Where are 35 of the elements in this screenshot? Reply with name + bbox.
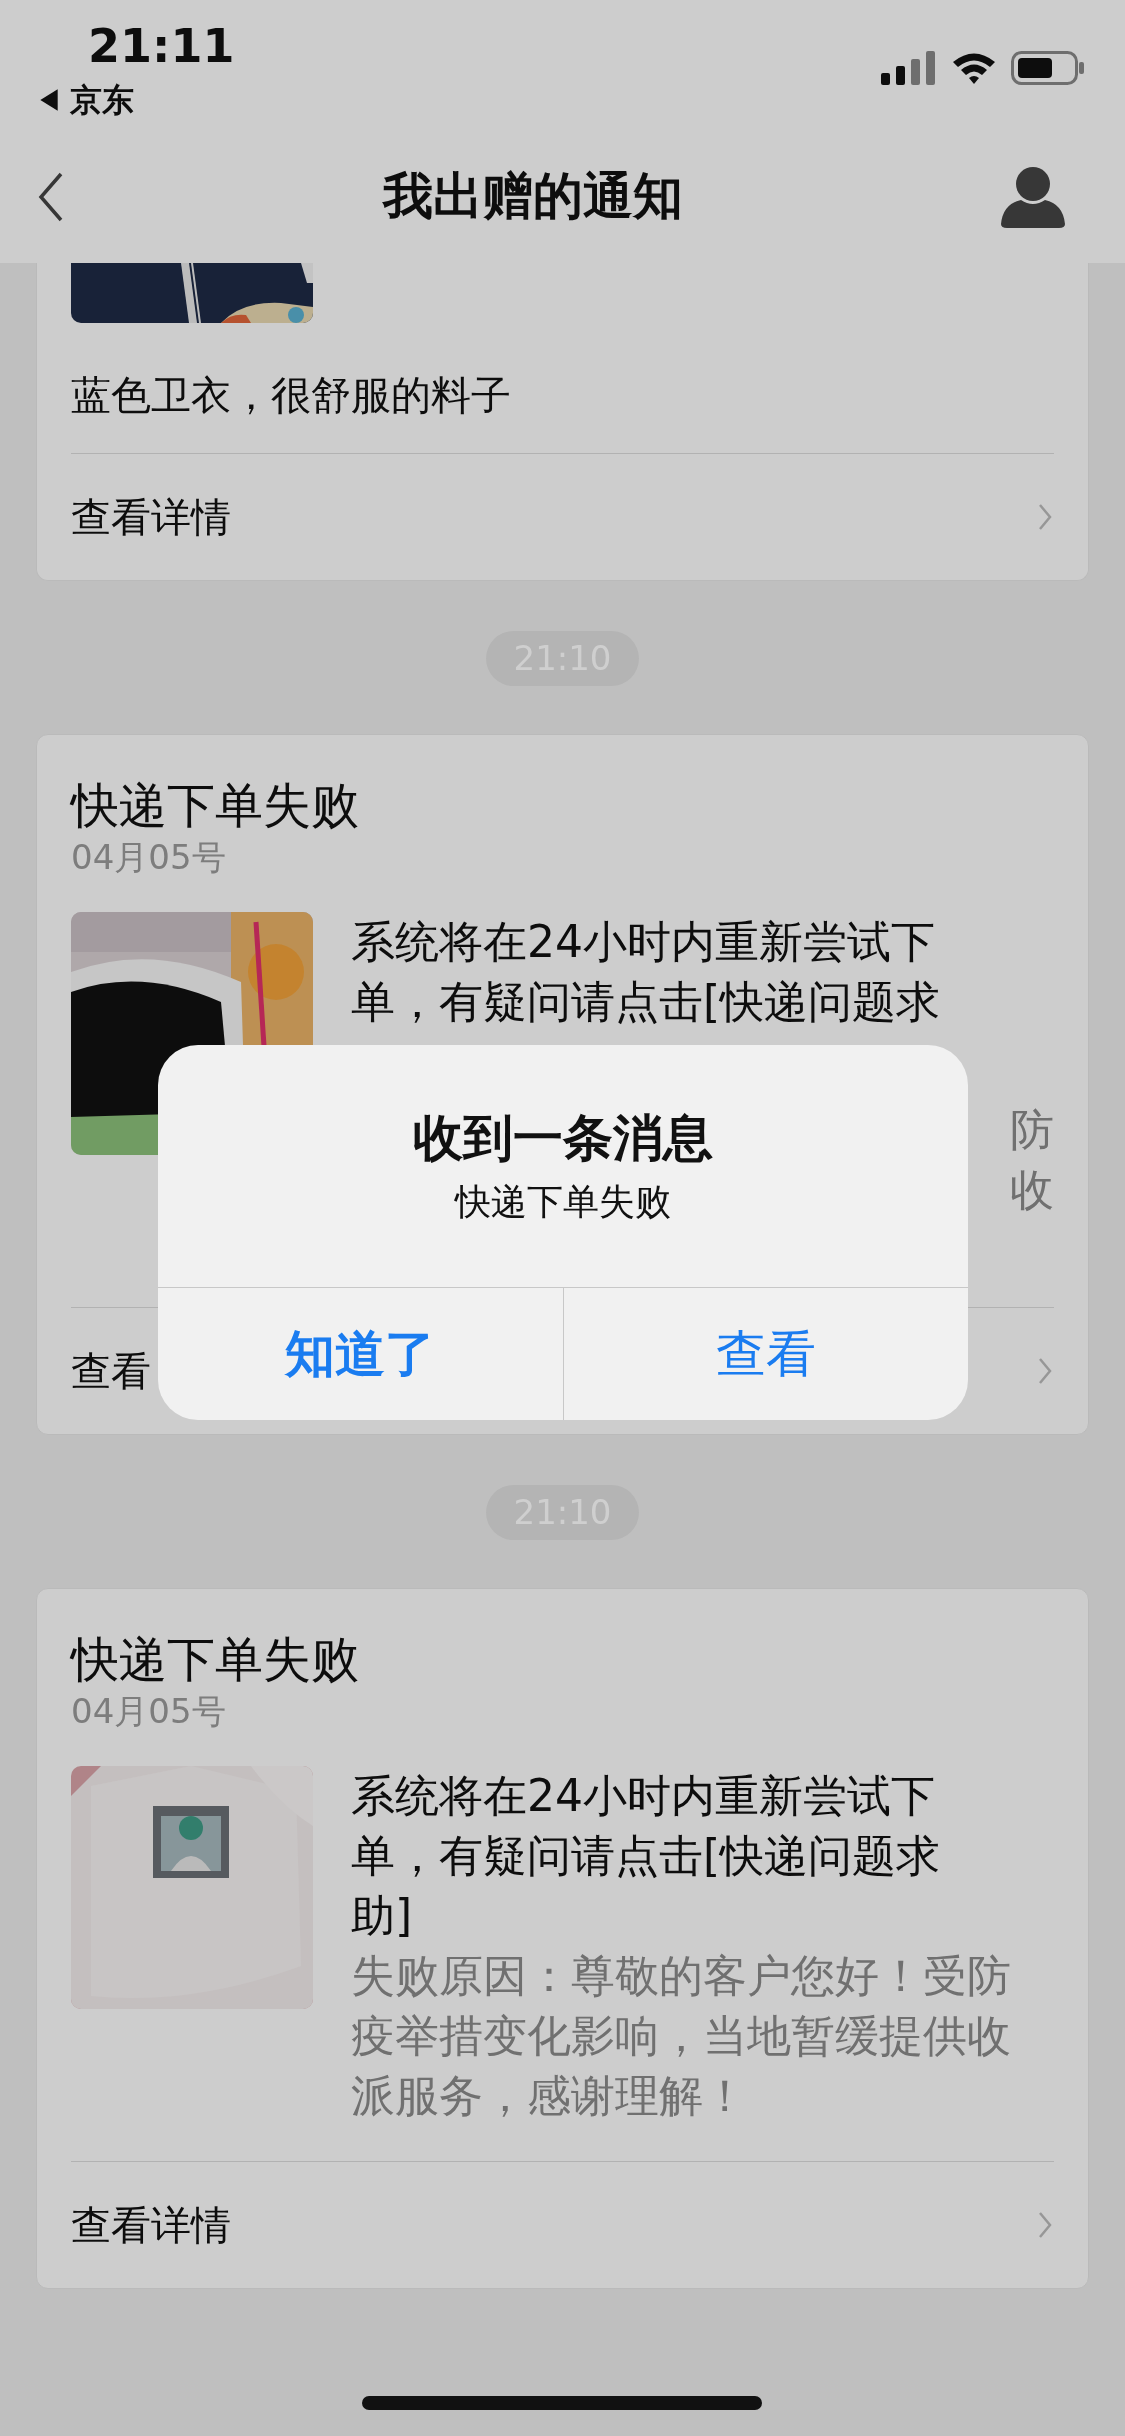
alert-button[interactable]: 查看 [562, 1288, 968, 1420]
reason-line: 派服务，感谢理解！ [351, 2069, 748, 2123]
alert-title: 收到一条消息 [413, 1108, 713, 1169]
back-app-label[interactable]: 京东 [70, 80, 134, 120]
alert-message: 快递下单失败 [455, 1180, 671, 1224]
chevron-right-icon[interactable] [1038, 503, 1052, 531]
reason-line: 疫举措变化影响，当地暂缓提供收 [351, 2009, 1012, 2063]
notice-title: 快递下单失败 [71, 1630, 360, 1689]
view-details-link[interactable]: 查看详情 [71, 2197, 231, 2253]
home-indicator[interactable] [362, 2396, 762, 2410]
notice-date: 04月05号 [71, 1690, 227, 1733]
reason-line: 收 [1010, 1163, 1054, 1217]
chevron-right-icon[interactable] [1038, 2211, 1052, 2239]
message-line: 单，有疑问请点击[快递问题求 [351, 1829, 942, 1883]
alert-button[interactable]: 知道了 [158, 1288, 563, 1420]
back-triangle-icon[interactable] [38, 87, 60, 113]
user-icon[interactable] [1001, 165, 1065, 228]
item-description: 蓝色卫衣，很舒服的料子 [71, 371, 512, 420]
reason-line: 防 [1010, 1103, 1054, 1157]
chevron-right-icon[interactable] [1038, 1357, 1052, 1385]
message-line: 系统将在24小时内重新尝试下 [351, 1769, 936, 1823]
page-title: 我出赠的通知 [382, 166, 683, 227]
view-details-link[interactable]: 查看详情 [71, 489, 231, 545]
view-details-link[interactable]: 查看 [71, 1343, 151, 1399]
reason-line: 失败原因：尊敬的客户您好！受防 [351, 1949, 1012, 2003]
back-icon[interactable] [38, 170, 64, 223]
notice-date: 04月05号 [71, 836, 227, 879]
message-line: 单，有疑问请点击[快递问题求 [351, 975, 942, 1029]
notice-title: 快递下单失败 [71, 776, 360, 835]
wifi-icon [951, 51, 997, 85]
signal-icon [881, 51, 937, 85]
battery-icon [1011, 51, 1085, 85]
status-time: 21:11 [88, 18, 235, 74]
message-line: 助] [351, 1889, 414, 1943]
message-line: 系统将在24小时内重新尝试下 [351, 915, 936, 969]
